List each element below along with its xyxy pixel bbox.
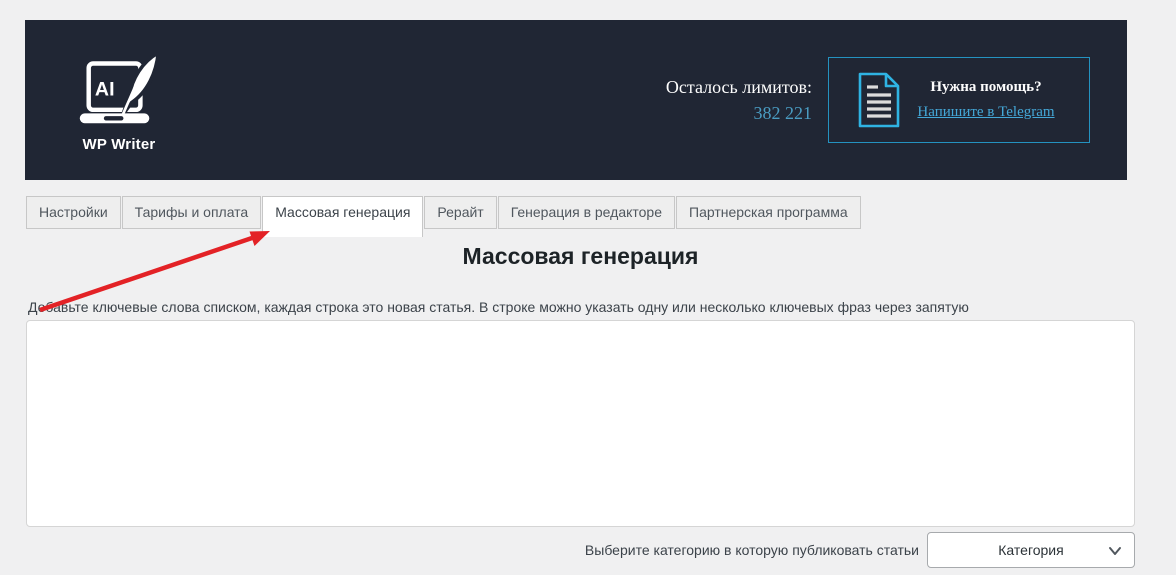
brand-name: WP Writer	[82, 136, 156, 153]
wp-writer-logo-icon: AI	[79, 51, 160, 124]
category-select-value: Категория	[998, 542, 1064, 558]
keywords-textarea[interactable]	[26, 320, 1135, 527]
help-title: Нужна помощь?	[930, 79, 1042, 95]
tab-rewrite[interactable]: Рерайт	[424, 196, 497, 229]
brand: AI WP Writer	[73, 51, 165, 153]
help-texts: Нужна помощь? Напишите в Telegram	[901, 79, 1071, 121]
document-icon	[858, 72, 900, 128]
category-label: Выберите категорию в которую публиковать…	[584, 542, 919, 558]
category-select[interactable]: Категория	[927, 532, 1135, 568]
keywords-instruction: Добавьте ключевые слова списком, каждая …	[28, 299, 969, 315]
limits-label: Осталось лимитов:	[665, 76, 812, 97]
help-box: Нужна помощь? Напишите в Telegram	[828, 57, 1090, 143]
telegram-link[interactable]: Напишите в Telegram	[917, 104, 1054, 120]
limits-remaining: Осталось лимитов: 382 221	[666, 74, 812, 126]
tab-affiliate-program[interactable]: Партнерская программа	[676, 196, 861, 229]
tab-tariffs-payment[interactable]: Тарифы и оплата	[121, 196, 262, 229]
tab-settings[interactable]: Настройки	[26, 196, 121, 229]
category-row: Выберите категорию в которую публиковать…	[26, 532, 1135, 568]
svg-text:AI: AI	[95, 79, 115, 101]
header: AI WP Writer Осталось лимитов: 382 221 Н…	[25, 20, 1127, 180]
page-title: Массовая генерация	[462, 243, 699, 269]
tab-mass-generation[interactable]: Массовая генерация	[262, 196, 424, 237]
tab-editor-generation[interactable]: Генерация в редакторе	[497, 196, 676, 229]
limits-value: 382 221	[753, 103, 813, 123]
tab-bar: Настройки Тарифы и оплата Массовая генер…	[26, 196, 862, 237]
chevron-down-icon	[1109, 547, 1121, 555]
header-right: Осталось лимитов: 382 221 Нужна помощь? …	[666, 57, 1090, 143]
